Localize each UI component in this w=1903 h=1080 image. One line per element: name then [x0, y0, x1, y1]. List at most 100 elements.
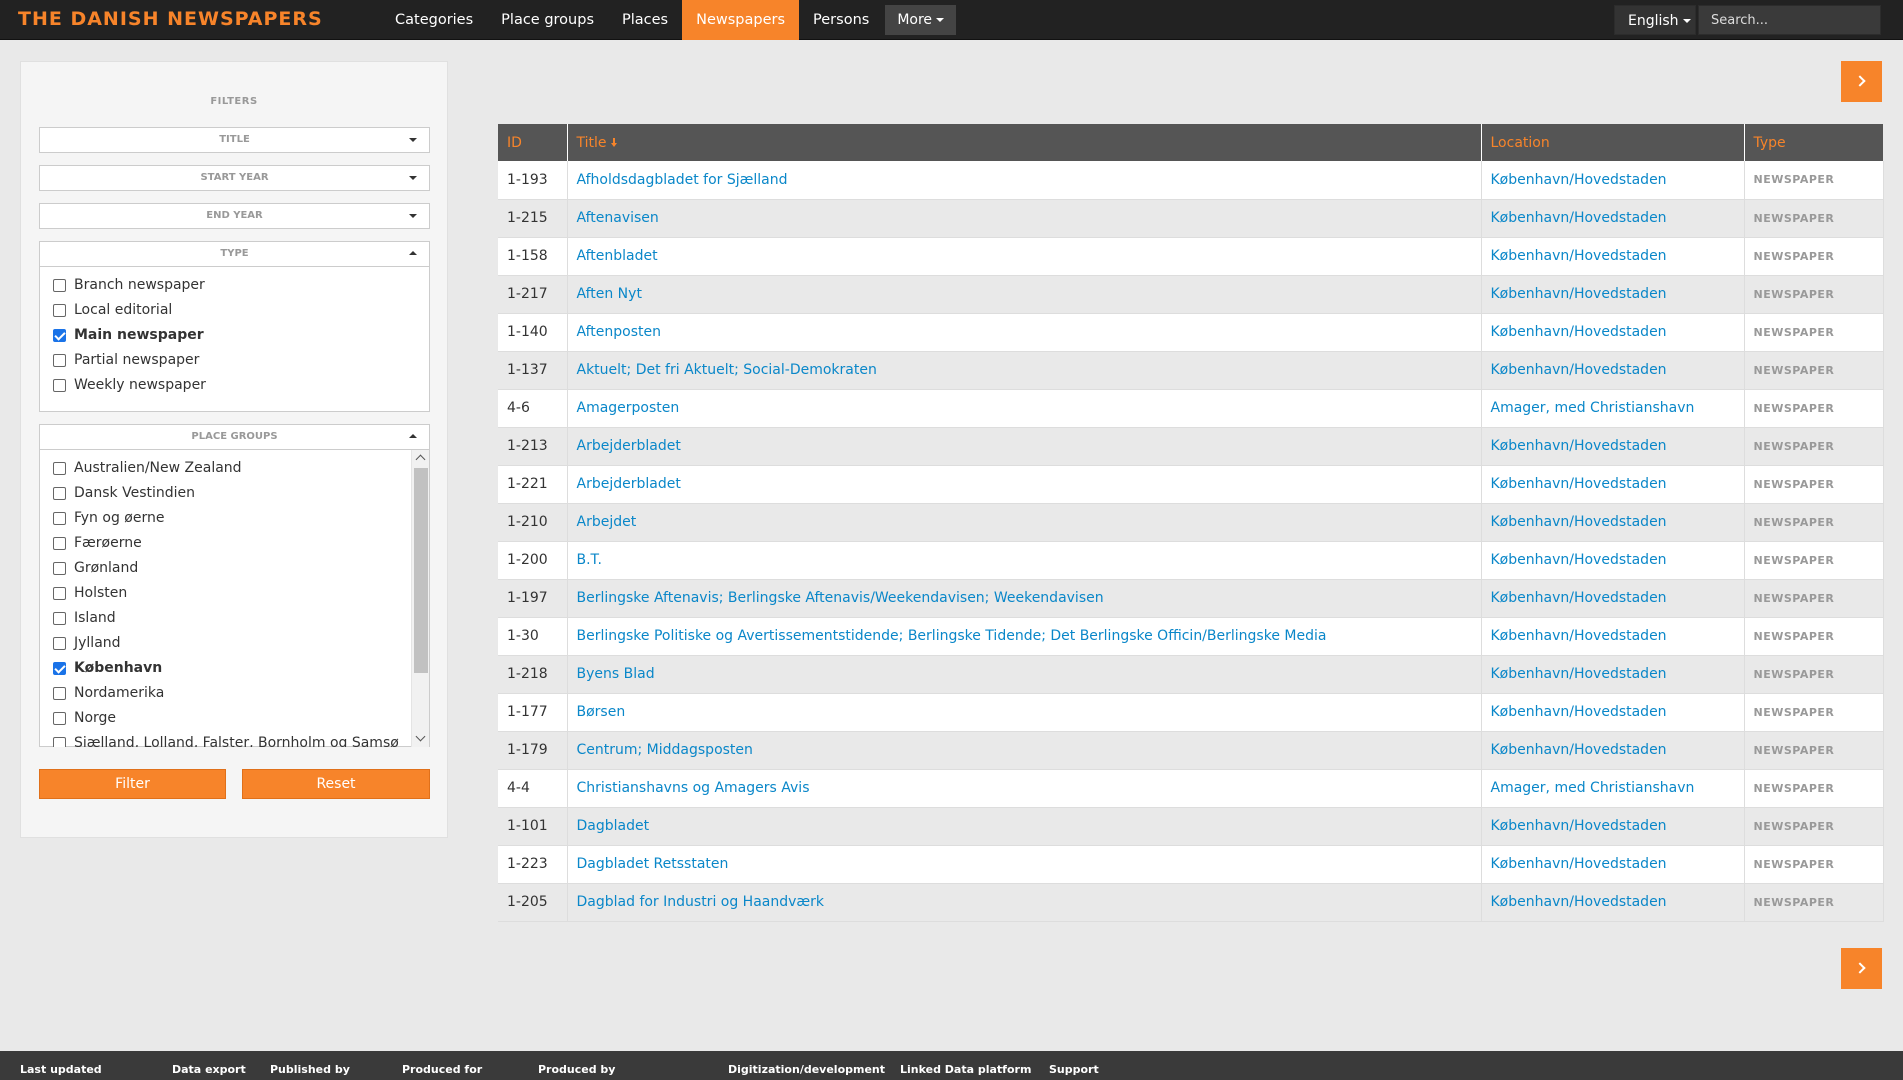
cell-location-link[interactable]: København/Hovedstaden [1491, 324, 1667, 340]
cell-title-link[interactable]: Arbejderbladet [577, 438, 681, 454]
checkbox[interactable] [53, 611, 66, 625]
cell-location-link[interactable]: København/Hovedstaden [1491, 894, 1667, 910]
cell-location-link[interactable]: København/Hovedstaden [1491, 666, 1667, 682]
checkbox[interactable] [53, 486, 66, 500]
place-group-option[interactable]: Norge [53, 709, 116, 727]
place-group-option[interactable]: Jylland [53, 634, 121, 652]
nav-places[interactable]: Places [608, 0, 682, 40]
checkbox[interactable] [53, 711, 66, 725]
cell-title-link[interactable]: Dagbladet [577, 818, 650, 834]
cell-title-link[interactable]: Aktuelt; Det fri Aktuelt; Social-Demokra… [577, 362, 877, 378]
start-year-filter-toggle[interactable]: START YEAR [39, 165, 430, 191]
cell-title-link[interactable]: Amagerposten [577, 400, 680, 416]
place-group-option[interactable]: Nordamerika [53, 684, 164, 702]
cell-title-link[interactable]: Dagblad for Industri og Haandværk [577, 894, 825, 910]
cell-location-link[interactable]: København/Hovedstaden [1491, 248, 1667, 264]
cell-location-link[interactable]: Amager, med Christianshavn [1491, 400, 1695, 416]
cell-title-link[interactable]: Børsen [577, 704, 626, 720]
cell-location-link[interactable]: København/Hovedstaden [1491, 590, 1667, 606]
type-option-branch-newspaper[interactable]: Branch newspaper [53, 276, 205, 294]
column-header-id[interactable]: ID [498, 124, 568, 161]
scrollbar-thumb[interactable] [414, 468, 428, 673]
place-group-option[interactable]: Sjælland, Lolland, Falster, Bornholm og … [53, 734, 399, 747]
scroll-up-icon[interactable] [415, 454, 426, 465]
nav-newspapers[interactable]: Newspapers [682, 0, 800, 40]
checkbox[interactable] [53, 561, 66, 575]
reset-button[interactable]: Reset [242, 769, 430, 799]
footer-support[interactable]: Support [1049, 1063, 1099, 1076]
next-page-button-top[interactable] [1841, 61, 1882, 102]
scroll-down-icon[interactable] [415, 731, 426, 742]
footer-linked-data[interactable]: Linked Data platform [900, 1063, 1031, 1076]
cell-location-link[interactable]: København/Hovedstaden [1491, 856, 1667, 872]
cell-title-link[interactable]: Aftenbladet [577, 248, 658, 264]
checkbox[interactable] [53, 461, 66, 475]
end-year-filter-toggle[interactable]: END YEAR [39, 203, 430, 229]
place-group-option[interactable]: Island [53, 609, 116, 627]
footer-data-export[interactable]: Data export [172, 1063, 246, 1076]
cell-location-link[interactable]: København/Hovedstaden [1491, 172, 1667, 188]
place-groups-scrollbar[interactable] [411, 450, 429, 747]
checkbox[interactable] [53, 636, 66, 650]
place-group-option[interactable]: Dansk Vestindien [53, 484, 195, 502]
next-page-button-bottom[interactable] [1841, 948, 1882, 989]
checkbox[interactable] [53, 303, 66, 317]
type-option-main-newspaper[interactable]: Main newspaper [53, 326, 204, 344]
cell-location-link[interactable]: København/Hovedstaden [1491, 628, 1667, 644]
checkbox[interactable] [53, 353, 66, 367]
cell-title-link[interactable]: Aftenavisen [577, 210, 659, 226]
cell-title-link[interactable]: Byens Blad [577, 666, 655, 682]
cell-title-link[interactable]: Aften Nyt [577, 286, 642, 302]
checkbox[interactable] [53, 278, 66, 292]
type-option-weekly-newspaper[interactable]: Weekly newspaper [53, 376, 206, 394]
checkbox[interactable] [53, 686, 66, 700]
cell-title-link[interactable]: Berlingske Politiske og Avertissementsti… [577, 628, 1327, 644]
type-filter-toggle[interactable]: TYPE [39, 241, 430, 267]
checkbox[interactable] [53, 586, 66, 600]
title-filter-toggle[interactable]: TITLE [39, 127, 430, 153]
cell-location-link[interactable]: København/Hovedstaden [1491, 362, 1667, 378]
cell-title-link[interactable]: Centrum; Middagsposten [577, 742, 753, 758]
cell-location-link[interactable]: København/Hovedstaden [1491, 210, 1667, 226]
cell-title-link[interactable]: B.T. [577, 552, 602, 568]
checkbox[interactable] [53, 511, 66, 525]
column-header-title[interactable]: Title [567, 124, 1482, 161]
cell-location-link[interactable]: København/Hovedstaden [1491, 704, 1667, 720]
cell-location-link[interactable]: København/Hovedstaden [1491, 818, 1667, 834]
column-header-type[interactable]: Type [1744, 124, 1883, 161]
cell-title-link[interactable]: Berlingske Aftenavis; Berlingske Aftenav… [577, 590, 1104, 606]
checkbox[interactable] [53, 536, 66, 550]
checkbox-checked[interactable] [53, 661, 66, 675]
cell-location-link[interactable]: København/Hovedstaden [1491, 742, 1667, 758]
type-option-partial-newspaper[interactable]: Partial newspaper [53, 351, 199, 369]
filter-button[interactable]: Filter [39, 769, 226, 799]
nav-place-groups[interactable]: Place groups [487, 0, 608, 40]
place-group-option[interactable]: Holsten [53, 584, 127, 602]
place-group-option[interactable]: Færøerne [53, 534, 142, 552]
checkbox[interactable] [53, 378, 66, 392]
cell-title-link[interactable]: Arbejdet [577, 514, 637, 530]
search-input[interactable] [1698, 5, 1881, 35]
cell-location-link[interactable]: København/Hovedstaden [1491, 552, 1667, 568]
language-dropdown[interactable]: English [1614, 5, 1696, 35]
cell-title-link[interactable]: Dagbladet Retsstaten [577, 856, 729, 872]
cell-location-link[interactable]: København/Hovedstaden [1491, 514, 1667, 530]
nav-more-dropdown[interactable]: More [885, 5, 957, 35]
cell-location-link[interactable]: Amager, med Christianshavn [1491, 780, 1695, 796]
place-group-option[interactable]: Grønland [53, 559, 138, 577]
checkbox[interactable] [53, 736, 66, 747]
checkbox-checked[interactable] [53, 328, 66, 342]
place-group-option[interactable]: København [53, 659, 162, 677]
cell-title-link[interactable]: Aftenposten [577, 324, 661, 340]
type-option-local-editorial[interactable]: Local editorial [53, 301, 172, 319]
cell-location-link[interactable]: København/Hovedstaden [1491, 286, 1667, 302]
nav-persons[interactable]: Persons [799, 0, 883, 40]
place-group-option[interactable]: Fyn og øerne [53, 509, 164, 527]
cell-title-link[interactable]: Afholdsdagbladet for Sjælland [577, 172, 788, 188]
site-logo[interactable]: THE DANISH NEWSPAPERS [18, 8, 323, 30]
cell-location-link[interactable]: København/Hovedstaden [1491, 476, 1667, 492]
place-groups-filter-toggle[interactable]: PLACE GROUPS [39, 424, 430, 450]
place-group-option[interactable]: Australien/New Zealand [53, 459, 242, 477]
nav-categories[interactable]: Categories [381, 0, 487, 40]
column-header-location[interactable]: Location [1481, 124, 1745, 161]
